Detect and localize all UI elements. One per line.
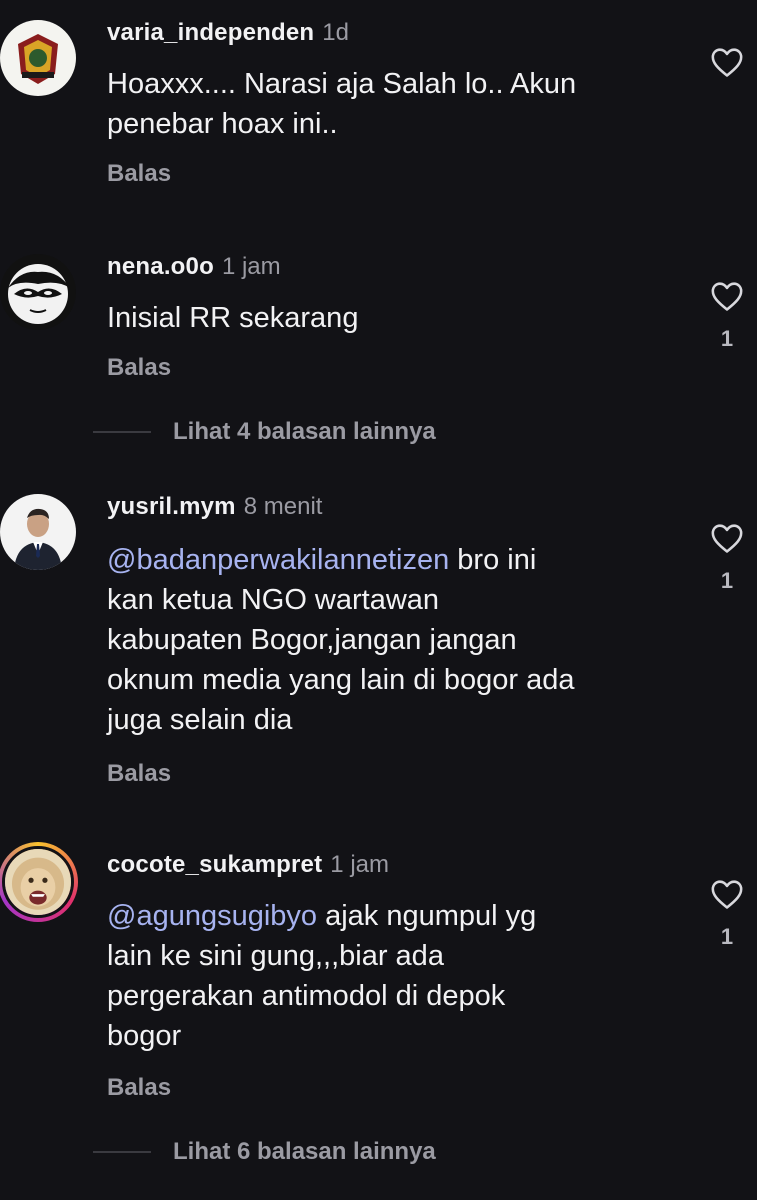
like-control [707, 46, 747, 78]
comment-line-rest: ajak ngumpul yg [317, 900, 537, 932]
comment-line: pergerakan antimodol di depok [107, 980, 506, 1012]
comment-line: Inisial RR sekarang [107, 302, 359, 334]
monkey-avatar-icon [5, 849, 71, 915]
view-more-replies[interactable]: Lihat 4 balasan lainnya [93, 418, 436, 446]
timestamp: 8 menit [243, 493, 323, 520]
divider-line [93, 431, 151, 433]
mention-link[interactable]: @agungsugibyo [107, 900, 317, 932]
view-more-replies-label: Lihat 4 balasan lainnya [173, 418, 436, 445]
comment-meta: nena.o0o 1 jam [107, 252, 281, 282]
view-more-replies-label: Lihat 6 balasan lainnya [173, 1138, 436, 1165]
reply-button[interactable]: Balas [107, 760, 171, 788]
comment-line: penebar hoax ini.. [107, 108, 338, 140]
comment-text: @badanperwakilannetizen bro ini kan ketu… [107, 540, 687, 740]
comment-line: lain ke sini gung,,,biar ada [107, 940, 444, 972]
avatar[interactable] [0, 494, 76, 570]
like-control: 1 [707, 280, 747, 352]
comment-meta: cocote_sukampret 1 jam [107, 850, 389, 880]
comment-line: Hoaxxx.... Narasi aja Salah lo.. Akun [107, 68, 577, 100]
username[interactable]: cocote_sukampret [107, 851, 322, 878]
username[interactable]: yusril.mym [107, 493, 236, 520]
comment-line: oknum media yang lain di bogor ada [107, 664, 575, 696]
reply-button[interactable]: Balas [107, 160, 171, 188]
comment-meta: yusril.mym 8 menit [107, 492, 322, 522]
like-control: 1 [707, 878, 747, 950]
like-count: 1 [720, 568, 734, 593]
timestamp: 1 jam [330, 851, 389, 878]
like-count: 1 [720, 326, 734, 351]
comment-text: Inisial RR sekarang [107, 298, 687, 338]
portrait-avatar-icon [0, 494, 76, 570]
reply-button[interactable]: Balas [107, 1074, 171, 1102]
avatar[interactable] [0, 254, 76, 330]
avatar [2, 846, 74, 918]
comment-line: @badanperwakilannetizen bro ini [107, 540, 687, 580]
timestamp: 1 jam [221, 253, 281, 280]
comment-line: kabupaten Bogor,jangan jangan [107, 624, 517, 656]
comment-text: @agungsugibyo ajak ngumpul yg lain ke si… [107, 896, 687, 1056]
heart-icon[interactable] [710, 280, 744, 312]
divider-line [93, 1151, 151, 1153]
like-count: 1 [720, 924, 734, 949]
heart-icon[interactable] [710, 522, 744, 554]
comment-line-rest: bro ini [449, 544, 537, 576]
masked-face-avatar-icon [0, 254, 76, 330]
mention-link[interactable]: @badanperwakilannetizen [107, 544, 449, 576]
comment-line: kan ketua NGO wartawan [107, 584, 440, 616]
heart-icon[interactable] [710, 46, 744, 78]
comment-line: bogor [107, 1020, 182, 1052]
reply-button[interactable]: Balas [107, 354, 171, 382]
view-more-replies[interactable]: Lihat 6 balasan lainnya [93, 1138, 436, 1166]
timestamp: 1d [322, 19, 349, 46]
heart-icon[interactable] [710, 878, 744, 910]
emblem-avatar-icon [0, 20, 76, 96]
avatar-story-ring[interactable] [0, 842, 78, 922]
comment-meta: varia_independen 1d [107, 18, 349, 48]
comment-text: Hoaxxx.... Narasi aja Salah lo.. Akun pe… [107, 64, 687, 144]
comment-line: @agungsugibyo ajak ngumpul yg [107, 896, 687, 936]
comment-line: juga selain dia [107, 704, 293, 736]
avatar[interactable] [0, 20, 76, 96]
username[interactable]: nena.o0o [107, 253, 214, 280]
like-control: 1 [707, 522, 747, 594]
username[interactable]: varia_independen [107, 19, 314, 46]
